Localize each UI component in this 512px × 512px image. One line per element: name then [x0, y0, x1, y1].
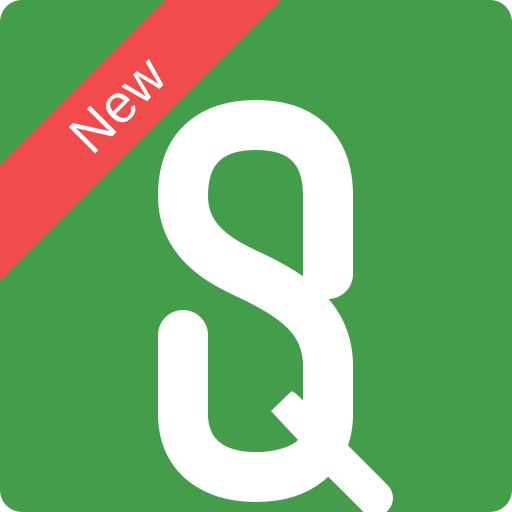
sq-logo-icon: [158, 100, 393, 512]
app-icon[interactable]: New: [0, 0, 512, 512]
